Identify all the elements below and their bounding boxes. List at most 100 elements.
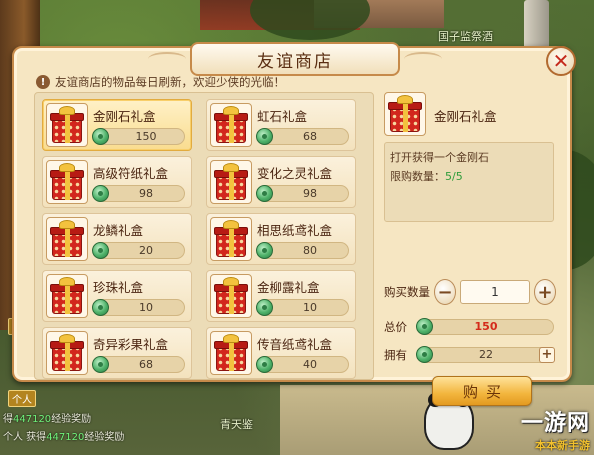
shop-item-card[interactable]: 变化之灵礼盒 98 bbox=[206, 156, 356, 208]
title-ornament-icon bbox=[404, 52, 442, 66]
item-name: 奇异彩果礼盒 bbox=[93, 337, 169, 352]
shop-item-card[interactable]: 相思纸鸢礼盒 80 bbox=[206, 213, 356, 265]
shop-item-card[interactable]: 金刚石礼盒 150 bbox=[42, 99, 192, 151]
title-ornament-icon bbox=[148, 52, 186, 66]
item-price: 10 bbox=[256, 299, 349, 316]
gift-box-icon bbox=[46, 103, 88, 147]
shop-item-card[interactable]: 高级符纸礼盒 98 bbox=[42, 156, 192, 208]
chat-line: 得447120经验奖励 bbox=[3, 410, 91, 425]
friendship-coin-icon bbox=[92, 242, 109, 259]
friendship-coin-icon bbox=[416, 346, 433, 363]
owned-label: 拥有 bbox=[384, 348, 407, 362]
decrease-quantity-button[interactable]: − bbox=[434, 279, 456, 305]
quantity-row: 购买数量 − + bbox=[384, 278, 556, 306]
friendship-coin-icon bbox=[92, 356, 109, 373]
owned-currency-bar: 22 + bbox=[416, 346, 555, 363]
friendship-coin-icon bbox=[416, 318, 433, 335]
gift-box-icon bbox=[46, 160, 88, 204]
item-price-value: 20 bbox=[139, 244, 153, 257]
chat-suffix: 经验奖励 bbox=[51, 414, 92, 425]
chat-exp-value: 447120 bbox=[46, 432, 85, 443]
watermark-subtitle: 本本新手游 bbox=[535, 439, 590, 452]
chat-suffix: 经验奖励 bbox=[84, 432, 125, 443]
shop-item-card[interactable]: 虹石礼盒 68 bbox=[206, 99, 356, 151]
info-icon: ! bbox=[36, 75, 50, 89]
gift-box-icon bbox=[384, 92, 426, 136]
npc-name-label[interactable]: 国子监祭酒 bbox=[438, 28, 493, 44]
detail-header: 金刚石礼盒 bbox=[384, 92, 556, 138]
friendship-coin-icon bbox=[256, 128, 273, 145]
gift-box-icon bbox=[210, 331, 252, 375]
owned-row: 拥有 22 + bbox=[384, 341, 556, 369]
item-price-value: 98 bbox=[303, 187, 317, 200]
item-price: 40 bbox=[256, 356, 349, 373]
limit-label: 限购数量： bbox=[390, 170, 445, 183]
item-name: 虹石礼盒 bbox=[257, 109, 308, 124]
add-currency-button[interactable]: + bbox=[539, 347, 555, 363]
item-name: 珍珠礼盒 bbox=[93, 280, 144, 295]
item-name: 相思纸鸢礼盒 bbox=[257, 223, 333, 238]
friendship-coin-icon bbox=[92, 299, 109, 316]
item-price-value: 68 bbox=[303, 130, 317, 143]
item-name: 高级符纸礼盒 bbox=[93, 166, 169, 181]
gift-box-icon bbox=[210, 160, 252, 204]
friendship-coin-icon bbox=[256, 299, 273, 316]
buy-button[interactable]: 购买 bbox=[432, 376, 532, 406]
item-price-value: 150 bbox=[135, 130, 157, 143]
ground-npc-label[interactable]: 青天鉴 bbox=[220, 416, 253, 432]
item-price-value: 98 bbox=[139, 187, 153, 200]
item-price: 98 bbox=[92, 185, 185, 202]
tree bbox=[250, 0, 370, 40]
quantity-input[interactable] bbox=[460, 280, 530, 304]
friendship-coin-icon bbox=[92, 185, 109, 202]
gift-box-icon bbox=[46, 331, 88, 375]
item-name: 金柳露礼盒 bbox=[257, 280, 320, 295]
chat-exp-value: 447120 bbox=[13, 414, 52, 425]
total-price-row: 总价 150 bbox=[384, 313, 556, 341]
shop-item-card[interactable]: 奇异彩果礼盒 68 bbox=[42, 327, 192, 379]
item-name: 金刚石礼盒 bbox=[93, 109, 156, 124]
shop-item-grid: 金刚石礼盒 150 虹石礼盒 68 高级符纸礼盒 98 变化之灵礼盒 98 龙鳞礼盒 20 相思纸鸢… bbox=[34, 92, 374, 380]
shop-item-card[interactable]: 龙鳞礼盒 20 bbox=[42, 213, 192, 265]
item-name: 变化之灵礼盒 bbox=[257, 166, 333, 181]
gift-box-icon bbox=[46, 217, 88, 261]
friendship-shop-dialog: 友谊商店 ✕ ! 友谊商店的物品每日刷新，欢迎少侠的光临！ 金刚石礼盒 150 虹石… bbox=[12, 42, 576, 406]
item-name: 龙鳞礼盒 bbox=[93, 223, 144, 238]
item-price-value: 80 bbox=[303, 244, 317, 257]
purchase-limit: 限购数量：5/5 bbox=[390, 168, 548, 184]
gift-box-icon bbox=[210, 274, 252, 318]
friendship-coin-icon bbox=[256, 356, 273, 373]
gift-box-icon bbox=[210, 217, 252, 261]
owned-value: 22 bbox=[479, 348, 493, 361]
total-label: 总价 bbox=[384, 320, 407, 334]
friendship-coin-icon bbox=[256, 242, 273, 259]
watermark-title: 一游网 bbox=[520, 411, 590, 436]
chat-prefix: 个人 获得 bbox=[3, 432, 47, 443]
total-price-value: 150 bbox=[474, 320, 498, 333]
shop-item-card[interactable]: 珍珠礼盒 10 bbox=[42, 270, 192, 322]
refresh-notice: ! 友谊商店的物品每日刷新，欢迎少侠的光临！ bbox=[36, 74, 285, 90]
item-price-value: 68 bbox=[139, 358, 153, 371]
item-price: 80 bbox=[256, 242, 349, 259]
shop-item-card[interactable]: 金柳露礼盒 10 bbox=[206, 270, 356, 322]
item-price: 150 bbox=[92, 128, 185, 145]
limit-value: 5/5 bbox=[445, 170, 463, 183]
item-price-value: 10 bbox=[303, 301, 317, 314]
item-price: 68 bbox=[92, 356, 185, 373]
item-price: 20 bbox=[92, 242, 185, 259]
notice-text: 友谊商店的物品每日刷新，欢迎少侠的光临！ bbox=[55, 75, 285, 89]
detail-item-name: 金刚石礼盒 bbox=[434, 109, 497, 124]
shop-item-card[interactable]: 传音纸鸢礼盒 40 bbox=[206, 327, 356, 379]
close-button[interactable]: ✕ bbox=[546, 46, 576, 76]
close-icon: ✕ bbox=[552, 49, 570, 73]
personal-tag-badge[interactable]: 个人 bbox=[8, 390, 36, 407]
gift-box-icon bbox=[46, 274, 88, 318]
friendship-coin-icon bbox=[92, 128, 109, 145]
stone-pillar bbox=[524, 0, 549, 50]
total-price-bar: 150 bbox=[416, 318, 554, 335]
item-price-value: 40 bbox=[303, 358, 317, 371]
increase-quantity-button[interactable]: + bbox=[534, 279, 556, 305]
description-text: 打开获得一个金刚石 bbox=[390, 151, 489, 164]
item-description: 打开获得一个金刚石 限购数量：5/5 bbox=[384, 142, 554, 222]
gift-box-icon bbox=[210, 103, 252, 147]
